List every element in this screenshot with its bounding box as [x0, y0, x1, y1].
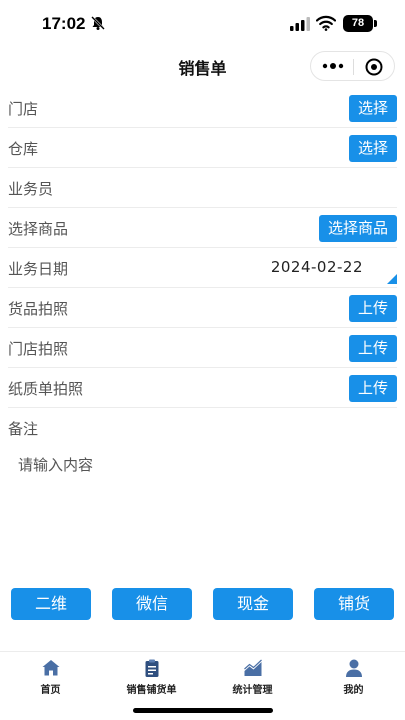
battery-indicator: 78 [343, 15, 373, 32]
goods-photo-label: 货品拍照 [8, 300, 69, 318]
cash-pay-button[interactable]: 现金 [213, 588, 293, 620]
clipboard-icon [145, 659, 158, 677]
remark-input[interactable] [18, 454, 388, 554]
battery-tip [374, 20, 377, 27]
consignment-button[interactable]: 铺货 [314, 588, 394, 620]
form-row-products: 选择商品 选择商品 [8, 208, 397, 248]
form-row-goods-photo: 货品拍照 上传 [8, 288, 397, 328]
home-icon [42, 660, 59, 676]
upload-paper-receipt-button[interactable]: 上传 [348, 375, 397, 402]
products-label: 选择商品 [8, 220, 69, 238]
close-mini-program-icon[interactable] [364, 57, 384, 77]
tab-statistics-label: 统计管理 [232, 685, 273, 696]
warehouse-label: 仓库 [8, 140, 39, 158]
paper-receipt-photo-label: 纸质单拍照 [8, 380, 84, 398]
wifi-icon [316, 15, 336, 31]
store-label: 门店 [8, 100, 39, 118]
signal-icon [290, 17, 310, 31]
capsule-divider [353, 59, 354, 75]
business-date-label: 业务日期 [8, 260, 69, 278]
tab-statistics[interactable]: 统计管理 [202, 656, 303, 700]
status-time: 17:02 [42, 14, 86, 33]
upload-goods-photo-button[interactable]: 上传 [348, 295, 397, 322]
business-date-value[interactable]: 2024-02-22 [271, 258, 363, 276]
sales-form: 门店 选择 仓库 选择 业务员 选择商品 选择商品 业务日期 2024-02-2… [0, 88, 405, 448]
form-row-paper-photo: 纸质单拍照 上传 [8, 368, 397, 408]
chart-icon [243, 659, 262, 676]
tab-home-label: 首页 [40, 685, 61, 696]
payment-buttons: 二维 微信 现金 铺货 [0, 588, 405, 620]
tab-home[interactable]: 首页 [0, 656, 101, 700]
bell-muted-icon [91, 16, 105, 30]
user-icon [345, 659, 362, 677]
form-row-salesperson[interactable]: 业务员 [8, 168, 397, 208]
date-picker-corner-icon [387, 274, 397, 284]
home-indicator [133, 708, 273, 713]
salesperson-label: 业务员 [8, 180, 54, 198]
nav-bar: 销售单 [0, 48, 405, 88]
form-row-store: 门店 选择 [8, 88, 397, 128]
form-row-business-date[interactable]: 业务日期 2024-02-22 [8, 248, 397, 288]
tab-mine-label: 我的 [343, 685, 364, 696]
remark-label: 备注 [8, 420, 39, 438]
form-row-store-photo: 门店拍照 上传 [8, 328, 397, 368]
tab-mine[interactable]: 我的 [303, 656, 404, 700]
mini-program-capsule [310, 51, 395, 81]
form-row-remark: 备注 [8, 408, 397, 448]
qrcode-pay-button[interactable]: 二维 [11, 588, 91, 620]
tab-bar: 首页 销售铺货单 统计管理 我的 [0, 651, 405, 701]
upload-store-photo-button[interactable]: 上传 [348, 335, 397, 362]
form-row-warehouse: 仓库 选择 [8, 128, 397, 168]
tab-sales-consignment[interactable]: 销售铺货单 [101, 656, 202, 700]
store-photo-label: 门店拍照 [8, 340, 69, 358]
select-store-button[interactable]: 选择 [348, 95, 397, 122]
wechat-pay-button[interactable]: 微信 [112, 588, 192, 620]
more-icon[interactable] [321, 58, 345, 74]
status-bar: 17:02 78 [0, 0, 405, 48]
select-products-button[interactable]: 选择商品 [318, 215, 397, 242]
tab-sales-consignment-label: 销售铺货单 [126, 685, 177, 696]
select-warehouse-button[interactable]: 选择 [348, 135, 397, 162]
